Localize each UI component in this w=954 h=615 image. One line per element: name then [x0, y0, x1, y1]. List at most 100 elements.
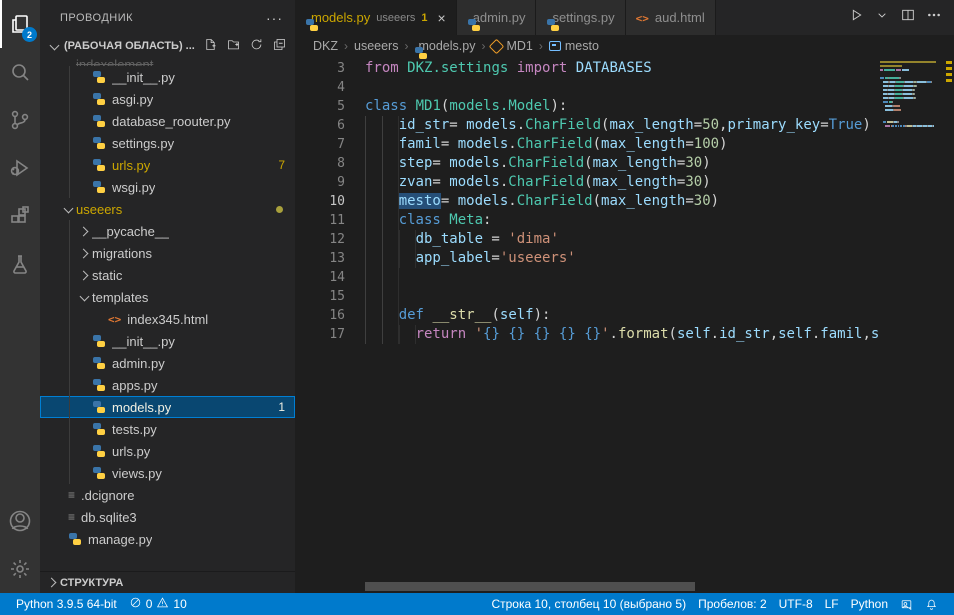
- more-actions-icon[interactable]: [926, 7, 942, 28]
- code-line-8[interactable]: 8step= models.CharField(max_length=30): [295, 154, 880, 173]
- tree-item-settings.py[interactable]: settings.py: [40, 132, 295, 154]
- tree-item-migrations[interactable]: migrations: [40, 242, 295, 264]
- new-file-icon[interactable]: [203, 37, 218, 55]
- section-actions: [203, 37, 287, 55]
- tree-item-static[interactable]: static: [40, 264, 295, 286]
- code-area[interactable]: 3from DKZ.settings import DATABASES45cla…: [295, 59, 880, 593]
- account-icon[interactable]: [0, 497, 40, 545]
- run-debug-icon[interactable]: [0, 144, 40, 192]
- encoding[interactable]: UTF-8: [773, 597, 819, 611]
- overview-ruler[interactable]: [944, 57, 954, 593]
- code-line-17[interactable]: 17return '{} {} {} {} {}'.format(self.id…: [295, 325, 880, 344]
- tree-item-index345.html[interactable]: <>index345.html: [40, 308, 295, 330]
- tree-item-models.py[interactable]: models.py1: [40, 396, 295, 418]
- tree-item-manage.py[interactable]: manage.py: [40, 528, 295, 550]
- search-icon[interactable]: [0, 48, 40, 96]
- tree-item-useeers[interactable]: useeers: [40, 198, 295, 220]
- clipped-tree-item[interactable]: indexelement: [40, 57, 295, 66]
- code-line-13[interactable]: 13app_label='useeers': [295, 249, 880, 268]
- outline-section-label: СТРУКТУРА: [60, 577, 123, 589]
- tree-item-admin.py[interactable]: admin.py: [40, 352, 295, 374]
- warning-mark: [946, 73, 952, 76]
- tree-item-__init__.py[interactable]: __init__.py: [40, 330, 295, 352]
- tree-item-__init__.py[interactable]: __init__.py: [40, 66, 295, 88]
- source-control-icon[interactable]: [0, 96, 40, 144]
- code-line-12[interactable]: 12db_table = 'dima': [295, 230, 880, 249]
- tree-item-asgi.py[interactable]: asgi.py: [40, 88, 295, 110]
- tree-item-wsgi.py[interactable]: wsgi.py: [40, 176, 295, 198]
- code-line-16[interactable]: 16def __str__(self):: [295, 306, 880, 325]
- code-line-9[interactable]: 9zvan= models.CharField(max_length=30): [295, 173, 880, 192]
- run-dropdown-icon[interactable]: [874, 7, 890, 28]
- extensions-icon[interactable]: [0, 192, 40, 240]
- code-line-4[interactable]: 4: [295, 78, 880, 97]
- tree-item-database_roouter.py[interactable]: database_roouter.py: [40, 110, 295, 132]
- breadcrumb-item-DKZ[interactable]: DKZ: [313, 39, 338, 53]
- code-line-3[interactable]: 3from DKZ.settings import DATABASES: [295, 59, 880, 78]
- code-token: return: [416, 326, 467, 342]
- code-line-10[interactable]: 10mesto= models.CharField(max_length=30): [295, 192, 880, 211]
- tree-item-apps.py[interactable]: apps.py: [40, 374, 295, 396]
- tab-admin.py[interactable]: admin.py: [457, 0, 537, 35]
- chevron-down-icon: [60, 201, 76, 217]
- eol-indicator[interactable]: LF: [819, 597, 845, 611]
- code-token: zvan: [399, 174, 433, 190]
- tab-models.py[interactable]: models.pyuseeers1×: [295, 0, 457, 35]
- breadcrumb-item-useeers[interactable]: useeers: [354, 39, 398, 53]
- problems-indicator[interactable]: 010: [123, 596, 193, 612]
- testing-icon[interactable]: [0, 240, 40, 288]
- horizontal-scrollbar[interactable]: [365, 582, 695, 591]
- split-editor-icon[interactable]: [900, 7, 916, 28]
- new-folder-icon[interactable]: [226, 37, 241, 55]
- explorer-sidebar: ПРОВОДНИК ··· (РАБОЧАЯ ОБЛАСТЬ) ... inde…: [40, 0, 295, 593]
- minimap[interactable]: [880, 59, 944, 593]
- code-line-15[interactable]: 15: [295, 287, 880, 306]
- explorer-icon[interactable]: 2: [0, 0, 40, 48]
- line-number: 13: [295, 249, 345, 268]
- tree-item-label: db.sqlite3: [81, 510, 137, 525]
- tab-aud.html[interactable]: <>aud.html: [626, 0, 716, 35]
- tree-item-__pycache__[interactable]: __pycache__: [40, 220, 295, 242]
- breadcrumb-item-MD1[interactable]: MD1: [491, 39, 532, 53]
- refresh-icon[interactable]: [249, 37, 264, 55]
- breadcrumb-item-models.py[interactable]: models.py: [414, 39, 475, 53]
- code-line-14[interactable]: 14: [295, 268, 880, 287]
- code-token: CharField: [508, 155, 584, 171]
- code-editor[interactable]: 3from DKZ.settings import DATABASES45cla…: [295, 57, 954, 593]
- class-symbol-icon: [489, 38, 505, 54]
- tree-item-views.py[interactable]: views.py: [40, 462, 295, 484]
- indentation[interactable]: Пробелов: 2: [692, 597, 773, 611]
- modified-dot-badge: [276, 206, 283, 213]
- tree-item-db.sqlite3[interactable]: ≡db.sqlite3: [40, 506, 295, 528]
- language-mode[interactable]: Python: [845, 597, 894, 611]
- code-line-7[interactable]: 7famil= models.CharField(max_length=100): [295, 135, 880, 154]
- tree-item-tests.py[interactable]: tests.py: [40, 418, 295, 440]
- workspace-section-header[interactable]: (РАБОЧАЯ ОБЛАСТЬ) ...: [40, 35, 295, 57]
- sidebar-more-actions-icon[interactable]: ···: [266, 10, 283, 26]
- line-number: 3: [295, 59, 345, 78]
- tab-settings.py[interactable]: settings.py: [536, 0, 625, 35]
- code-token: ):: [534, 307, 551, 323]
- run-icon[interactable]: [848, 7, 864, 28]
- code-token: .: [508, 136, 516, 152]
- settings-icon[interactable]: [0, 545, 40, 593]
- code-line-11[interactable]: 11class Meta:: [295, 211, 880, 230]
- python-file-icon: [92, 158, 106, 172]
- cursor-position[interactable]: Строка 10, столбец 10 (выбрано 5): [485, 597, 692, 611]
- code-line-6[interactable]: 6id_str= models.CharField(max_length=50,…: [295, 116, 880, 135]
- outline-section-header[interactable]: СТРУКТУРА: [40, 571, 295, 593]
- bell-icon[interactable]: [919, 598, 944, 611]
- breadcrumb-item-mesto[interactable]: mesto: [549, 39, 599, 53]
- code-token: id_str: [719, 326, 770, 342]
- close-icon[interactable]: ×: [438, 10, 446, 26]
- code-line-5[interactable]: 5class MD1(models.Model):: [295, 97, 880, 116]
- tree-item-templates[interactable]: templates: [40, 286, 295, 308]
- tree-item-urls.py[interactable]: urls.py7: [40, 154, 295, 176]
- python-interpreter[interactable]: Python 3.9.5 64-bit: [10, 597, 123, 611]
- tree-item-urls.py[interactable]: urls.py: [40, 440, 295, 462]
- collapse-all-icon[interactable]: [272, 37, 287, 55]
- minimap-line: [880, 69, 944, 71]
- code-token: __str__: [432, 307, 491, 323]
- feedback-icon[interactable]: [894, 598, 919, 611]
- tree-item-.dcignore[interactable]: ≡.dcignore: [40, 484, 295, 506]
